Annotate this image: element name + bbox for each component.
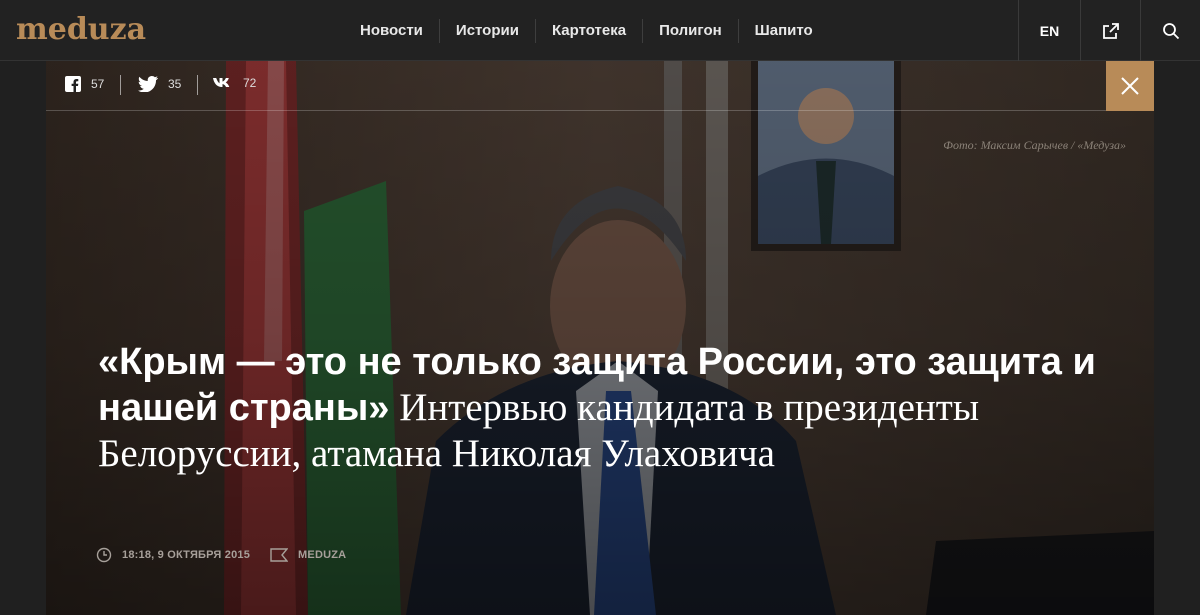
header-tools: EN xyxy=(1018,0,1200,61)
close-icon xyxy=(1121,77,1139,95)
right-gutter xyxy=(1154,61,1200,615)
search-button[interactable] xyxy=(1140,0,1200,61)
clock-icon xyxy=(96,547,112,563)
share-divider xyxy=(120,75,121,95)
facebook-share[interactable]: 57 xyxy=(65,76,104,92)
top-navigation-bar: meduza Новости Истории Картотека Полигон… xyxy=(0,0,1200,61)
main-nav: Новости Истории Картотека Полигон Шапито xyxy=(344,0,829,61)
article-timestamp: 18:18, 9 октября 2015 xyxy=(122,549,251,561)
meduza-logo[interactable]: meduza xyxy=(16,10,146,50)
bookmark-icon xyxy=(270,548,289,562)
share-link-button[interactable] xyxy=(1080,0,1140,61)
nav-item-shapito[interactable]: Шапито xyxy=(737,18,829,43)
article-headline[interactable]: «Крым — это не только защита России, это… xyxy=(98,339,1098,477)
nav-item-stories[interactable]: Истории xyxy=(438,18,535,43)
language-switch-button[interactable]: EN xyxy=(1018,0,1080,61)
search-icon xyxy=(1162,22,1179,39)
twitter-icon xyxy=(138,76,158,92)
left-gutter xyxy=(0,61,46,615)
close-button[interactable] xyxy=(1106,61,1154,111)
share-bar: 57 35 72 xyxy=(46,61,1154,111)
nav-item-poligon[interactable]: Полигон xyxy=(642,18,738,43)
vk-count: 72 xyxy=(243,76,257,90)
vk-share[interactable]: 72 xyxy=(213,76,256,90)
facebook-count: 57 xyxy=(91,77,105,91)
nav-item-news[interactable]: Новости xyxy=(344,19,439,43)
external-link-icon xyxy=(1102,22,1119,39)
photo-credit: Фото: Максим Сарычев / «Медуза» xyxy=(943,138,1126,152)
twitter-count: 35 xyxy=(168,77,182,91)
twitter-share[interactable]: 35 xyxy=(138,76,181,92)
article-meta: 18:18, 9 октября 2015 MEDUZA xyxy=(96,547,346,563)
article-hero: 57 35 72 Фото: Максим Сарычев / «Медуза»… xyxy=(46,61,1154,615)
share-divider xyxy=(197,75,198,95)
nav-item-kartoteka[interactable]: Картотека xyxy=(534,18,642,43)
facebook-icon xyxy=(65,76,81,92)
vk-icon xyxy=(213,78,230,87)
article-source[interactable]: MEDUZA xyxy=(298,549,346,561)
